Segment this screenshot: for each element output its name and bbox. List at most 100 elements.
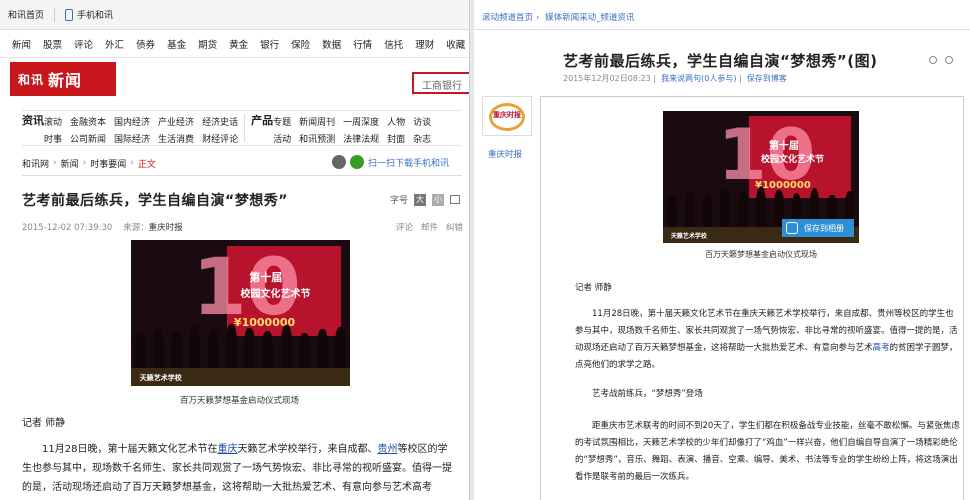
category-link[interactable]: 专题 <box>273 115 291 128</box>
category-link[interactable]: 访谈 <box>413 115 431 128</box>
paragraph-text: 11月28日晚，第十届天籁文化艺术节在 <box>42 444 218 455</box>
article-paragraph: 11月28日晚，第十届天籁文化艺术节在重庆天籁艺术学校举行，来自成都、贵州等校区… <box>22 440 452 497</box>
photo-logo-text: 天籁艺术学校 <box>670 233 707 241</box>
apple-icon <box>332 155 346 169</box>
source-avatar[interactable]: 重庆时报 <box>482 96 532 136</box>
category-link[interactable]: 国际经济 <box>114 132 150 145</box>
channel-nav-item[interactable]: 行情 <box>353 37 372 51</box>
app-download-link[interactable]: 扫一扫下载手机和讯 <box>332 155 449 169</box>
keyword-link[interactable]: 高考 <box>873 343 890 353</box>
breadcrumb-current: 正文 <box>137 159 156 170</box>
category-link[interactable]: 公司新闻 <box>70 132 106 145</box>
category-link[interactable]: 金融资本 <box>70 115 106 128</box>
qr-text: 扫一扫下载手机和讯 <box>368 158 450 169</box>
category-link[interactable]: 一周深度 <box>343 115 379 128</box>
category-label-news: 资讯 <box>22 114 44 127</box>
report-error-link[interactable]: 纠错 <box>446 221 463 233</box>
breadcrumb-item[interactable]: 时事要闻 <box>90 157 126 170</box>
category-link[interactable]: 法律法规 <box>343 132 379 145</box>
divider <box>244 114 246 142</box>
category-link[interactable]: 新闻周刊 <box>299 115 335 128</box>
home-link[interactable]: 和讯首页 <box>8 8 44 21</box>
logo-section: 新闻 <box>48 71 83 90</box>
breadcrumb-item[interactable]: 滚动频道首页 <box>482 13 533 23</box>
category-group-news: 滚动时事 金融资本公司新闻 国内经济国际经济 产业经济生活消费 经济史话财经评论 <box>44 111 238 145</box>
breadcrumb-item[interactable]: 新闻 <box>61 157 79 170</box>
channel-nav: 新闻股票评论外汇债券基金期货黄金银行保险数据行情信托理财收藏读书 <box>0 30 469 58</box>
photo-text: 第十届 <box>249 271 283 285</box>
channel-nav-item[interactable]: 保险 <box>291 37 310 51</box>
photo-logo-text: 天籁艺术学校 <box>139 374 182 383</box>
channel-nav-item[interactable]: 信托 <box>384 37 403 51</box>
photo-text: 校园文化艺术节 <box>761 154 825 165</box>
article-meta: 2015-12-02 07:39:30 来源：重庆时报 <box>22 221 183 233</box>
channel-nav-item[interactable]: 期货 <box>198 37 217 51</box>
font-small-button[interactable]: 小 <box>432 193 445 206</box>
font-large-button[interactable]: 大 <box>414 193 427 206</box>
comment-link[interactable]: 评论 <box>396 221 413 233</box>
channel-nav-item[interactable]: 评论 <box>74 37 93 51</box>
channel-nav-item[interactable]: 基金 <box>167 37 186 51</box>
breadcrumb-item[interactable]: 媒体新闻采动_频道资讯 <box>545 13 634 23</box>
site-logo[interactable]: 和讯 新闻 <box>10 62 116 96</box>
article-author: 记者 师静 <box>22 418 66 429</box>
share-icon[interactable] <box>945 56 953 64</box>
publish-time: 2015年12月02日08:23 <box>563 74 651 83</box>
source-label: 来源： <box>123 223 149 233</box>
channel-nav-item[interactable]: 数据 <box>322 37 341 51</box>
place-link[interactable]: 贵州 <box>377 444 397 455</box>
category-link[interactable]: 经济史话 <box>202 115 238 128</box>
category-link[interactable]: 人物 <box>387 115 405 128</box>
article-title: 艺考前最后练兵，学生自编自演“梦想秀” <box>22 193 288 209</box>
print-icon[interactable] <box>450 195 461 204</box>
category-link[interactable]: 封面 <box>387 132 405 145</box>
search-input[interactable]: 工商银行 <box>412 72 469 94</box>
category-link[interactable]: 杂志 <box>413 132 431 145</box>
save-to-album-button[interactable]: 保存到相册 <box>782 219 854 237</box>
channel-nav-item[interactable]: 银行 <box>260 37 279 51</box>
category-bar: 资讯 滚动 时事 金融资本 公司新闻 国内经济 国际经济 产业经济 生活消费 经济史话 财经评论 … <box>22 110 462 146</box>
link-icon[interactable] <box>929 56 937 64</box>
category-link[interactable]: 生活消费 <box>158 132 194 145</box>
divider <box>474 29 970 30</box>
publish-time: 2015-12-02 07:39:30 <box>22 223 113 233</box>
channel-nav-item[interactable]: 新闻 <box>12 37 31 51</box>
channel-nav-item[interactable]: 黄金 <box>229 37 248 51</box>
breadcrumb-item[interactable]: 和讯网 <box>22 157 49 170</box>
category-link[interactable]: 时事 <box>44 132 62 145</box>
article-paragraph: 距重庆市艺术联考的时间不到20天了，学生们都在积极备战专业技能，丝毫不敢松懈。与… <box>575 421 960 482</box>
article-author: 记者 师静 <box>575 283 612 293</box>
email-link[interactable]: 邮件 <box>421 221 438 233</box>
source-name[interactable]: 重庆时报 <box>488 148 522 160</box>
category-link[interactable]: 和讯预测 <box>299 132 335 145</box>
photo-text: 第十届 <box>768 141 799 153</box>
channel-nav-item[interactable]: 股票 <box>43 37 62 51</box>
avatar-text: 重庆时报 <box>493 111 521 119</box>
channel-nav-item[interactable]: 外汇 <box>105 37 124 51</box>
channel-nav-item[interactable]: 理财 <box>415 37 434 51</box>
comment-link[interactable]: 我来说两句(0人参与) <box>661 74 736 83</box>
left-browser-pane: 和讯首页 手机和讯 新闻 股票 评论 外汇 债券 基金 期货 黄金 银行 保险 数据 行情 信托 理财 收藏… <box>0 0 470 500</box>
article-tools: 评论 邮件 纠错 <box>396 221 463 233</box>
photo-caption: 百万天籁梦想基金启动仪式现场 <box>705 250 817 259</box>
photo-text: 校园文化艺术节 <box>240 289 311 301</box>
category-link[interactable]: 财经评论 <box>202 132 238 145</box>
category-group-products: 专题活动 新闻周刊和讯预测 一周深度法律法规 人物封面 访谈杂志 <box>273 111 431 145</box>
mobile-link[interactable]: 手机和讯 <box>65 8 113 22</box>
phone-icon <box>65 9 74 22</box>
channel-nav-item[interactable]: 收藏 <box>446 37 465 51</box>
channel-nav-item[interactable]: 债券 <box>136 37 155 51</box>
category-link[interactable]: 滚动 <box>44 115 62 128</box>
article-subhead: 艺考战前练兵，“梦想秀”登场 <box>592 389 703 399</box>
save-label: 保存到相册 <box>804 223 844 233</box>
top-bar: 和讯首页 手机和讯 <box>0 0 469 30</box>
save-to-blog-link[interactable]: 保存到博客 <box>747 74 787 83</box>
font-size-controls: 字号 大 小 <box>390 193 461 206</box>
place-link[interactable]: 重庆 <box>217 444 237 455</box>
divider <box>54 7 56 22</box>
category-link[interactable]: 活动 <box>273 132 291 145</box>
breadcrumb: 滚动频道首页 › 媒体新闻采动_频道资讯 <box>482 13 635 23</box>
category-link[interactable]: 产业经济 <box>158 115 194 128</box>
mobile-label: 手机和讯 <box>77 10 114 21</box>
category-link[interactable]: 国内经济 <box>114 115 150 128</box>
